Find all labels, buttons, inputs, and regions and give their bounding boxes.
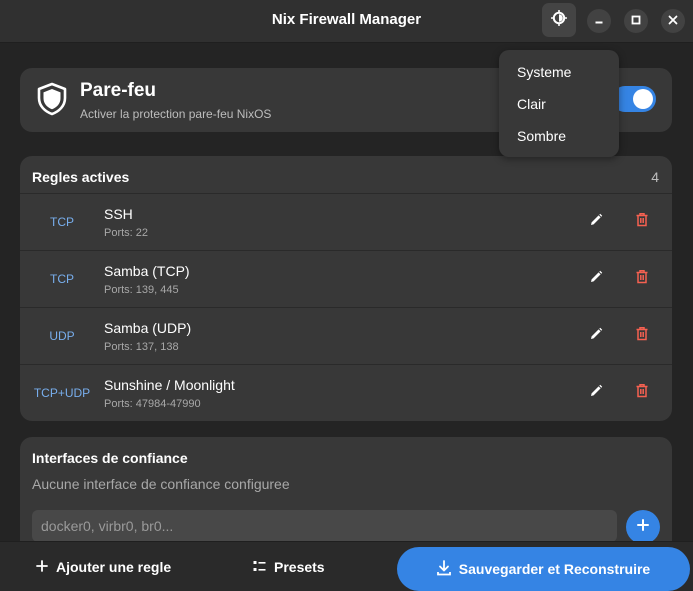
rule-name: Sunshine / Moonlight [104,377,235,393]
delete-rule-button[interactable] [630,381,654,405]
rule-row: TCP+UDP Sunshine / Moonlight Ports: 4798… [20,364,672,421]
theme-option-dark[interactable]: Sombre [517,128,566,144]
rules-card: Regles actives 4 TCP SSH Ports: 22 TCP S… [20,156,672,421]
pencil-icon [589,327,603,346]
theme-menu: Systeme Clair Sombre [499,50,619,157]
pencil-icon [589,213,603,232]
delete-rule-button[interactable] [630,267,654,291]
edit-rule-button[interactable] [584,267,608,291]
rule-name: Samba (TCP) [104,263,190,279]
rule-ports: Ports: 22 [104,227,149,239]
rule-ports: Ports: 137, 138 [104,341,179,353]
edit-rule-button[interactable] [584,381,608,405]
rule-row: UDP Samba (UDP) Ports: 137, 138 [20,307,672,364]
interface-input[interactable] [32,510,617,542]
theme-button[interactable] [542,3,576,37]
interfaces-empty-text: Aucune interface de confiance configuree [32,476,290,492]
delete-rule-button[interactable] [630,324,654,348]
rules-heading: Regles actives [32,169,130,185]
rule-ports: Ports: 47984-47990 [104,398,201,410]
rule-protocol: TCP+UDP [33,386,91,400]
rule-protocol: TCP [50,215,74,229]
list-icon [253,559,274,575]
edit-rule-button[interactable] [584,210,608,234]
rule-name: SSH [104,206,133,222]
edit-rule-button[interactable] [584,324,608,348]
rule-row: TCP SSH Ports: 22 [20,193,672,250]
trash-icon [635,383,649,403]
plus-icon [36,559,56,575]
add-interface-button[interactable] [626,510,660,544]
maximize-button[interactable] [624,9,648,33]
download-icon [436,559,459,579]
minimize-icon [594,12,604,30]
rule-protocol: UDP [49,329,75,343]
rule-name: Samba (UDP) [104,320,192,336]
trash-icon [635,326,649,346]
plus-icon [637,518,649,536]
rule-row: TCP Samba (TCP) Ports: 139, 445 [20,250,672,307]
pencil-icon [589,384,603,403]
rule-ports: Ports: 139, 445 [104,284,179,296]
rule-protocol: TCP [50,272,74,286]
maximize-icon [631,12,641,30]
toggle-knob [633,89,653,109]
trusted-interfaces-card: Interfaces de confiance Aucune interface… [20,437,672,557]
firewall-subtitle: Activer la protection pare-feu NixOS [80,107,272,121]
firewall-title: Pare-feu [80,80,157,101]
save-rebuild-button[interactable]: Sauvegarder et Reconstruire [397,547,690,591]
interfaces-heading: Interfaces de confiance [32,450,188,466]
theme-option-system[interactable]: Systeme [517,64,571,80]
add-rule-label: Ajouter une regle [56,559,172,575]
delete-rule-button[interactable] [630,210,654,234]
trash-icon [635,269,649,289]
presets-button[interactable]: Presets [253,542,325,591]
shield-icon [36,82,68,121]
save-rebuild-label: Sauvegarder et Reconstruire [458,561,651,577]
rules-count: 4 [651,169,659,185]
theme-option-light[interactable]: Clair [517,96,546,112]
close-button[interactable] [661,9,685,33]
add-rule-button[interactable]: Ajouter une regle [36,542,171,591]
minimize-button[interactable] [587,9,611,33]
trash-icon [635,212,649,232]
title-bar: Nix Firewall Manager [0,0,693,43]
close-icon [668,12,678,30]
brightness-icon [550,9,568,31]
pencil-icon [589,270,603,289]
presets-label: Presets [274,559,325,575]
